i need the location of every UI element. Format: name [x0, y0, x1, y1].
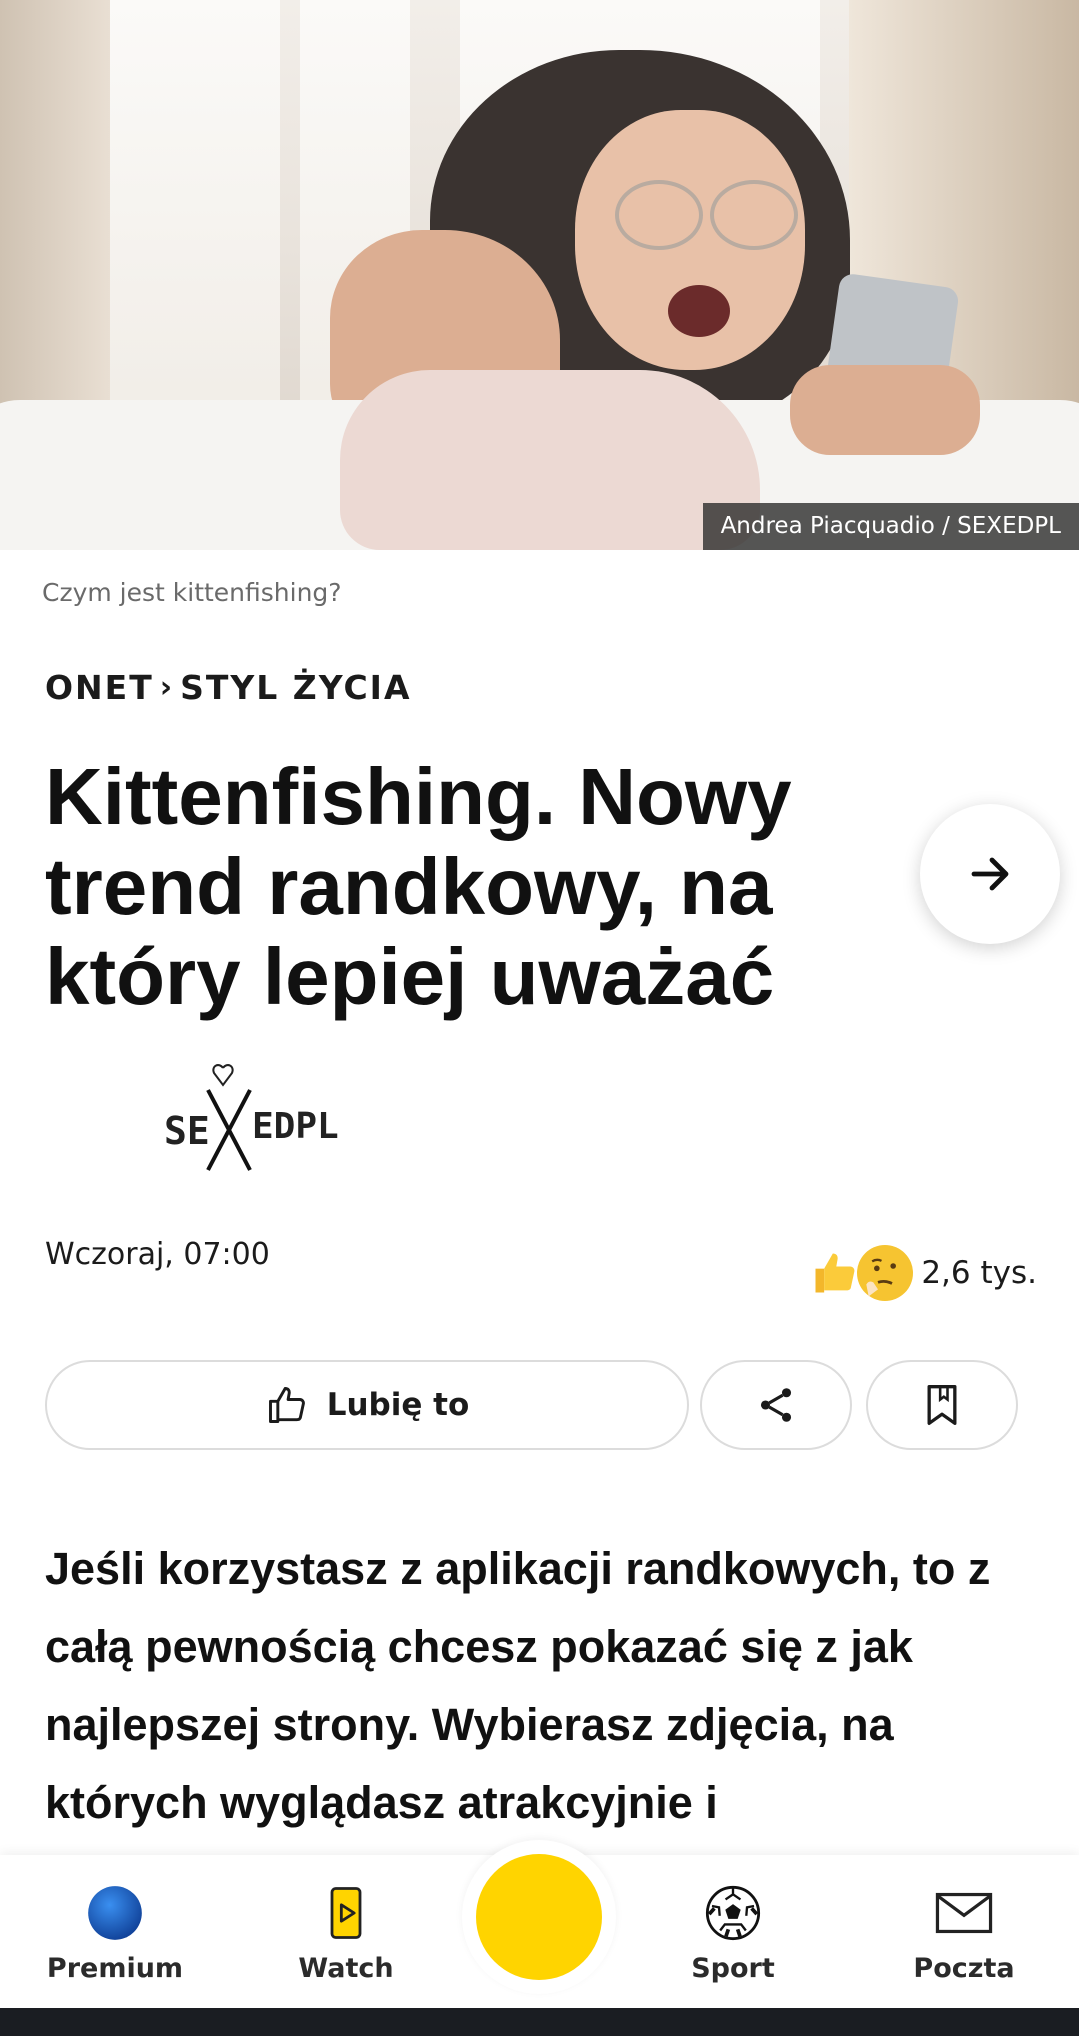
reactions-count: 2,6 tys.	[921, 1255, 1037, 1291]
svg-text:SE: SE	[164, 1109, 210, 1153]
onet-home-button[interactable]	[462, 1840, 616, 1994]
next-article-button[interactable]	[920, 804, 1060, 944]
share-icon	[760, 1388, 792, 1422]
bookmark-icon	[927, 1385, 957, 1425]
like-button[interactable]: Lubię to	[45, 1360, 689, 1450]
article-lead: Jeśli korzystasz z aplikacji randkowych,…	[45, 1543, 991, 1828]
photo-caption: Czym jest kittenfishing?	[42, 578, 342, 607]
breadcrumb-site-link[interactable]: ONET	[45, 668, 154, 707]
onet-logo-dot	[476, 1854, 602, 1980]
breadcrumb: ONET › STYL ŻYCIA	[45, 668, 411, 707]
nav-poczta[interactable]: Poczta	[864, 1885, 1064, 1984]
nav-premium-label: Premium	[46, 1953, 184, 1984]
author-logo[interactable]: SE EDPL	[150, 1058, 360, 1178]
thinking-face-icon	[857, 1245, 914, 1301]
thumbs-up-icon	[807, 1245, 863, 1301]
photo-credit: Andrea Piacquadio / SEXEDPL	[702, 503, 1079, 550]
save-button[interactable]	[866, 1360, 1018, 1450]
nav-watch[interactable]: Watch	[246, 1885, 446, 1984]
hero-image	[0, 0, 1079, 550]
reactions-summary[interactable]: 2,6 tys.	[807, 1245, 1037, 1301]
nav-premium[interactable]: Premium	[15, 1885, 215, 1984]
thumbs-up-outline-icon	[268, 1387, 305, 1423]
nav-sport[interactable]: Sport	[633, 1885, 833, 1984]
arrow-right-icon	[971, 857, 1009, 891]
system-navigation-bar	[0, 2008, 1079, 2036]
nav-poczta-label: Poczta	[913, 1953, 1015, 1984]
like-button-label: Lubię to	[326, 1387, 470, 1423]
nav-watch-label: Watch	[298, 1953, 394, 1984]
watch-play-icon	[330, 1887, 362, 1939]
article-title: Kittenfishing. Nowy trend randkowy, na k…	[45, 752, 792, 1021]
breadcrumb-section-link[interactable]: STYL ŻYCIA	[180, 668, 411, 707]
svg-text:EDPL: EDPL	[252, 1106, 339, 1147]
nav-sport-label: Sport	[691, 1953, 775, 1984]
breadcrumb-separator: ›	[159, 670, 175, 705]
mail-envelope-icon	[935, 1892, 993, 1934]
share-button[interactable]	[700, 1360, 852, 1450]
premium-globe-icon	[88, 1886, 142, 1940]
publish-date: Wczoraj, 07:00	[45, 1237, 270, 1272]
soccer-ball-icon	[705, 1885, 761, 1941]
